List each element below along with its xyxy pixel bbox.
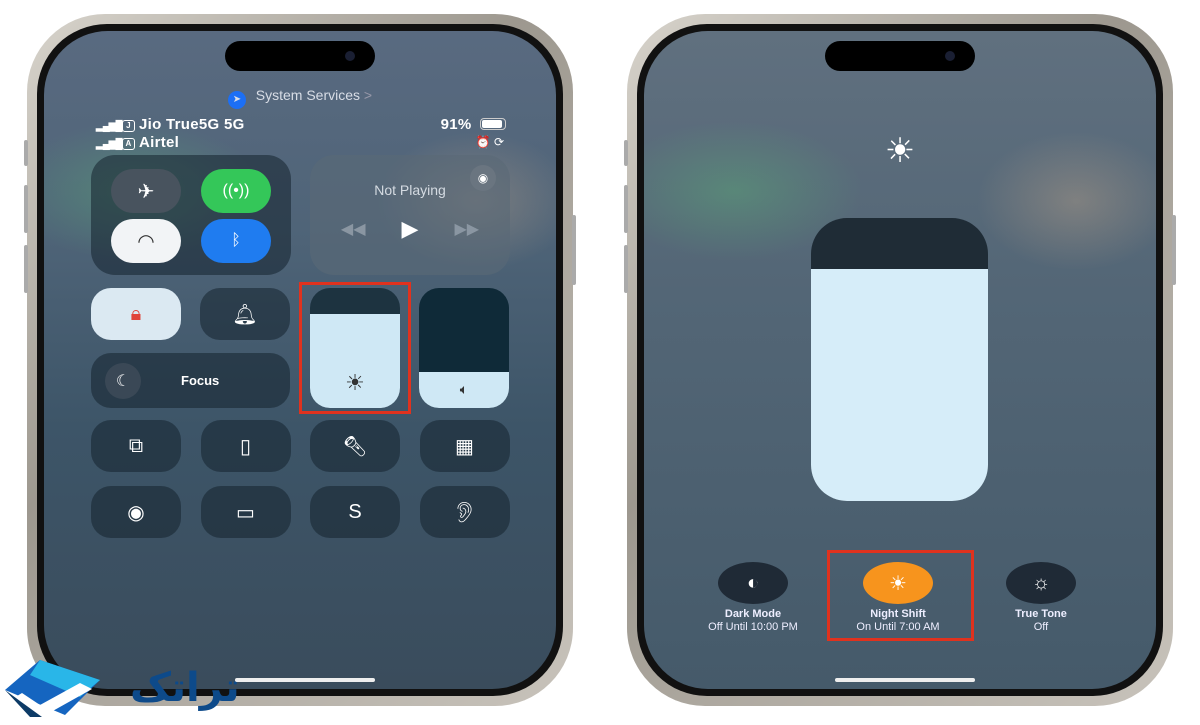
- airplane-icon: ✈: [137, 180, 155, 203]
- screen-record-button[interactable]: ◉: [91, 486, 181, 538]
- forward-icon[interactable]: ▶▶: [454, 219, 479, 239]
- hearing-icon: 👂︎: [451, 501, 478, 524]
- battery-icon: [480, 118, 506, 130]
- focus-button[interactable]: ☾ Focus: [91, 353, 290, 408]
- action-button: [624, 140, 628, 166]
- battery-status: 91%: [441, 116, 506, 133]
- true-tone-button[interactable]: ☼ True Tone Off: [976, 548, 1106, 634]
- cellular-data-toggle[interactable]: ((•)): [201, 169, 271, 213]
- low-power-icon: ▭: [236, 501, 255, 524]
- bluetooth-toggle[interactable]: ᛒ: [201, 219, 271, 263]
- flashlight-icon: 🔦︎: [342, 435, 368, 458]
- connectivity-panel: ✈ ((•)) ◠ ᛒ: [91, 155, 291, 275]
- antenna-icon: ((•)): [222, 182, 250, 199]
- sun-icon: ☀︎: [884, 132, 916, 170]
- home-indicator: [835, 678, 975, 682]
- rewind-icon[interactable]: ◀◀: [341, 219, 366, 239]
- dark-mode-icon: ◐: [718, 562, 788, 604]
- calculator-button[interactable]: ▦: [419, 420, 510, 472]
- hearing-button[interactable]: 👂︎: [419, 486, 510, 538]
- status-icons: ⏰ ⟳: [476, 135, 504, 149]
- brand-logo: [0, 655, 110, 720]
- power-button: [1172, 215, 1176, 285]
- volume-up-button: [624, 185, 628, 233]
- wifi-icon: ◠: [137, 230, 155, 253]
- screen-record-icon: ◉: [127, 501, 145, 524]
- bluetooth-icon: ᛒ: [231, 232, 241, 249]
- silent-mode-toggle[interactable]: 🔔︎: [200, 288, 290, 340]
- dynamic-island: [225, 41, 375, 71]
- speaker-icon: 🔈︎: [459, 381, 469, 397]
- location-arrow-icon: ➤: [227, 91, 246, 109]
- bell-icon: 🔔︎: [232, 303, 258, 326]
- wifi-toggle[interactable]: ◠: [111, 219, 181, 263]
- signal-icon: ▂▄▆█: [96, 139, 123, 150]
- power-button: [572, 215, 576, 285]
- location-indicator[interactable]: ➤ System Services >: [44, 87, 556, 109]
- rotation-lock-toggle[interactable]: 🔒︎: [91, 288, 181, 340]
- volume-down-button: [624, 245, 628, 293]
- volume-fill: 🔈︎: [419, 372, 509, 408]
- shazam-icon: S: [348, 500, 362, 523]
- play-icon[interactable]: ▶: [402, 216, 419, 242]
- control-center-screen: ➤ System Services > ▂▄▆█ J Jio True5G 5G ▂…: [44, 31, 556, 689]
- remote-icon: ▯: [239, 435, 251, 458]
- true-tone-icon: ☼: [1006, 562, 1076, 604]
- volume-down-button: [24, 245, 28, 293]
- moon-icon: ☾: [105, 362, 141, 399]
- logo-text: تراتک: [130, 665, 240, 711]
- signal-icon: ▂▄▆█: [96, 121, 123, 132]
- airplane-mode-toggle[interactable]: ✈: [111, 169, 181, 213]
- sim1-status: ▂▄▆█ J Jio True5G 5G: [96, 116, 245, 133]
- action-button: [24, 140, 28, 166]
- highlight-box: [827, 550, 974, 641]
- home-indicator: [235, 678, 375, 682]
- rotation-lock-icon: 🔒︎: [130, 302, 142, 325]
- shazam-button[interactable]: S: [310, 486, 400, 538]
- calculator-icon: ▦: [455, 435, 474, 458]
- dynamic-island: [825, 41, 975, 71]
- volume-slider[interactable]: 🔈︎: [419, 288, 509, 408]
- alarm-icon: ⏰: [475, 135, 491, 149]
- rotation-lock-icon: ⟳: [493, 135, 504, 149]
- volume-up-button: [24, 185, 28, 233]
- sim2-status: ▂▄▆█ A Airtel: [96, 134, 180, 151]
- brightness-slider-expanded[interactable]: [811, 218, 988, 501]
- right-phone: ☀︎ ◐ Dark Mode Off Until 10:00 PM ☀︎ Nigh…: [627, 14, 1173, 706]
- now-playing-panel[interactable]: ◉ Not Playing ◀◀ ▶ ▶▶: [310, 155, 510, 275]
- logo-mark-icon: [5, 660, 100, 717]
- screen-mirroring-icon: ⧉: [128, 434, 144, 457]
- low-power-button[interactable]: ▭: [200, 486, 291, 538]
- brightness-fill: [811, 268, 988, 501]
- left-phone: ➤ System Services > ▂▄▆█ J Jio True5G 5G ▂…: [27, 14, 573, 706]
- flashlight-button[interactable]: 🔦︎: [310, 420, 400, 472]
- airplay-icon[interactable]: ◉: [470, 165, 496, 191]
- brightness-screen: ☀︎ ◐ Dark Mode Off Until 10:00 PM ☀︎ Nigh…: [644, 31, 1156, 689]
- highlight-box: [299, 282, 411, 414]
- remote-button[interactable]: ▯: [200, 420, 291, 472]
- screen-mirroring-button[interactable]: ⧉: [91, 420, 181, 472]
- dark-mode-button[interactable]: ◐ Dark Mode Off Until 10:00 PM: [688, 548, 818, 634]
